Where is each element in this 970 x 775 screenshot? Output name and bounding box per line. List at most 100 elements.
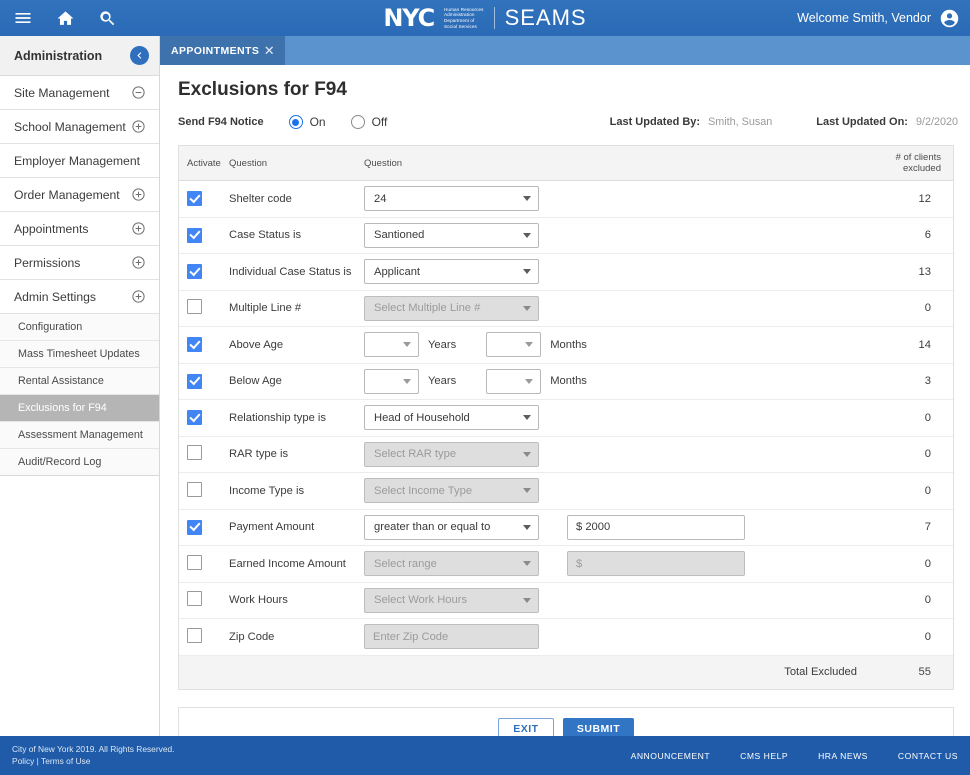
cell-question-label: Individual Case Status is — [221, 253, 356, 291]
plus-circle-icon[interactable] — [131, 187, 146, 202]
select-months-above-age[interactable] — [486, 332, 542, 358]
cell-clients-excluded: 13 — [861, 253, 953, 291]
cell-question-label: Zip Code — [221, 618, 356, 656]
select-months-below-age[interactable] — [486, 368, 542, 394]
chevron-down-icon — [523, 488, 531, 494]
select-shelter-code[interactable]: 24 — [364, 186, 539, 212]
select-rar-type-is[interactable]: Select RAR type — [364, 441, 539, 467]
search-icon[interactable] — [96, 7, 118, 29]
sidebar-item-employer-management[interactable]: Employer Management — [0, 144, 159, 178]
control-group: Santioned — [364, 222, 861, 248]
radio-off[interactable]: Off — [350, 115, 387, 129]
sidebar-subitem-rental-assistance[interactable]: Rental Assistance — [0, 368, 159, 395]
welcome-label: Welcome Smith, Vendor — [797, 11, 931, 25]
cell-question-label: Shelter code — [221, 180, 356, 218]
select-years-below-age[interactable] — [364, 368, 419, 394]
checkbox-multiple-line[interactable] — [187, 299, 202, 315]
checkbox-income-type-is[interactable] — [187, 481, 202, 497]
checkbox-shelter-code[interactable] — [187, 191, 202, 206]
footer-link-announcement[interactable]: ANNOUNCEMENT — [631, 751, 711, 761]
checkbox-relationship-type-is[interactable] — [187, 410, 202, 425]
amount-input-payment-amount[interactable]: $ 2000 — [567, 514, 745, 540]
checkbox-earned-income-amount[interactable] — [187, 554, 202, 570]
checkbox-rar-type-is[interactable] — [187, 445, 202, 461]
sidebar-subitem-assessment-management[interactable]: Assessment Management — [0, 422, 159, 449]
tab-appointments[interactable]: APPOINTMENTS ✕ — [160, 36, 285, 65]
sidebar-subitem-audit-record-log[interactable]: Audit/Record Log — [0, 449, 159, 476]
cell-clients-excluded: 12 — [861, 180, 953, 218]
cell-clients-excluded: 0 — [861, 290, 953, 327]
agency-name-text: Human Resources Administration Departmen… — [444, 6, 484, 29]
sidebar-subitem-exclusions-for-f94[interactable]: Exclusions for F94 — [0, 395, 159, 422]
cell-question-label: Multiple Line # — [221, 290, 356, 327]
sidebar-item-admin-settings[interactable]: Admin Settings — [0, 280, 159, 314]
checkbox-above-age[interactable] — [187, 337, 202, 352]
sidebar-item-appointments[interactable]: Appointments — [0, 212, 159, 246]
plus-circle-icon[interactable] — [131, 221, 146, 236]
sidebar-subitem-mass-timesheet-updates[interactable]: Mass Timesheet Updates — [0, 341, 159, 368]
select-earned-income-amount[interactable]: Select range — [364, 551, 539, 577]
control-group: Enter Zip Code — [364, 624, 861, 650]
cell-control: 24 — [356, 180, 861, 218]
select-multiple-line[interactable]: Select Multiple Line # — [364, 295, 539, 321]
checkbox-individual-case-status-is[interactable] — [187, 264, 202, 279]
chevron-down-icon — [523, 232, 531, 238]
select-case-status-is[interactable]: Santioned — [364, 222, 539, 248]
table-row: Case Status is Santioned 6 — [179, 217, 953, 254]
select-individual-case-status-is[interactable]: Applicant — [364, 259, 539, 285]
select-payment-amount[interactable]: greater than or equal to — [364, 514, 539, 540]
select-relationship-type-is[interactable]: Head of Household — [364, 405, 539, 431]
select-value: Santioned — [374, 229, 425, 242]
checkbox-work-hours[interactable] — [187, 591, 202, 607]
radio-off-indicator[interactable] — [350, 115, 365, 129]
footer-policy-link[interactable]: Policy — [12, 756, 34, 766]
footer-link-contact-us[interactable]: CONTACT US — [898, 751, 958, 761]
sidebar-subitem-configuration[interactable]: Configuration — [0, 314, 159, 341]
chevron-down-icon — [523, 196, 531, 202]
radio-on[interactable]: On — [288, 115, 326, 129]
amount-input-earned-income-amount[interactable]: $ — [567, 551, 745, 577]
footer-link-cms-help[interactable]: CMS HELP — [740, 751, 788, 761]
select-years-above-age[interactable] — [364, 332, 419, 358]
checkbox-below-age[interactable] — [187, 373, 202, 389]
checkbox-zip-code[interactable] — [187, 627, 202, 643]
cell-clients-excluded: 0 — [861, 545, 953, 583]
notice-toggle-row: Send F94 Notice On Off Last Updated By: … — [160, 101, 970, 131]
footer-terms-link[interactable]: Terms of Use — [41, 756, 90, 766]
cell-control: Years Months — [356, 326, 861, 364]
control-group: Head of Household — [364, 405, 861, 431]
control-group: Select RAR type — [364, 441, 861, 467]
checkbox-case-status-is[interactable] — [187, 227, 202, 243]
sidebar-item-permissions[interactable]: Permissions — [0, 246, 159, 280]
top-navigation-bar: NYC Human Resources Administration Depar… — [0, 0, 970, 36]
checkbox-payment-amount[interactable] — [187, 519, 202, 535]
select-income-type-is[interactable]: Select Income Type — [364, 478, 539, 504]
plus-circle-icon[interactable] — [131, 119, 146, 134]
select-value: greater than or equal to — [374, 521, 491, 534]
cell-control: Santioned — [356, 217, 861, 254]
select-value: Select Income Type — [374, 484, 473, 497]
account-circle-icon[interactable] — [939, 8, 960, 29]
exit-button[interactable]: EXIT — [497, 718, 554, 736]
select-work-hours[interactable]: Select Work Hours — [364, 587, 539, 613]
submit-button[interactable]: SUBMIT — [562, 718, 635, 736]
plus-circle-icon[interactable] — [131, 255, 146, 270]
sidebar-item-label: Admin Settings — [14, 289, 96, 304]
last-updated-info: Last Updated By: Smith, Susan Last Updat… — [610, 116, 958, 128]
sidebar-item-school-management[interactable]: School Management — [0, 110, 159, 144]
radio-on-label: On — [309, 115, 326, 129]
sidebar-item-order-management[interactable]: Order Management — [0, 178, 159, 212]
table-row: Zip Code Enter Zip Code 0 — [179, 618, 953, 656]
minus-circle-icon[interactable] — [131, 85, 146, 100]
chevron-left-icon[interactable] — [130, 46, 149, 65]
input-zip-code[interactable]: Enter Zip Code — [364, 624, 539, 650]
radio-on-indicator[interactable] — [288, 115, 303, 129]
sidebar-item-site-management[interactable]: Site Management — [0, 76, 159, 110]
user-menu[interactable]: Welcome Smith, Vendor — [797, 0, 960, 36]
home-icon[interactable] — [54, 7, 76, 29]
hamburger-menu-icon[interactable] — [12, 7, 34, 29]
footer-link-hra-news[interactable]: HRA NEWS — [818, 751, 868, 761]
close-icon[interactable]: ✕ — [262, 43, 277, 59]
plus-circle-icon[interactable] — [131, 289, 146, 304]
chevron-down-icon — [525, 378, 534, 384]
